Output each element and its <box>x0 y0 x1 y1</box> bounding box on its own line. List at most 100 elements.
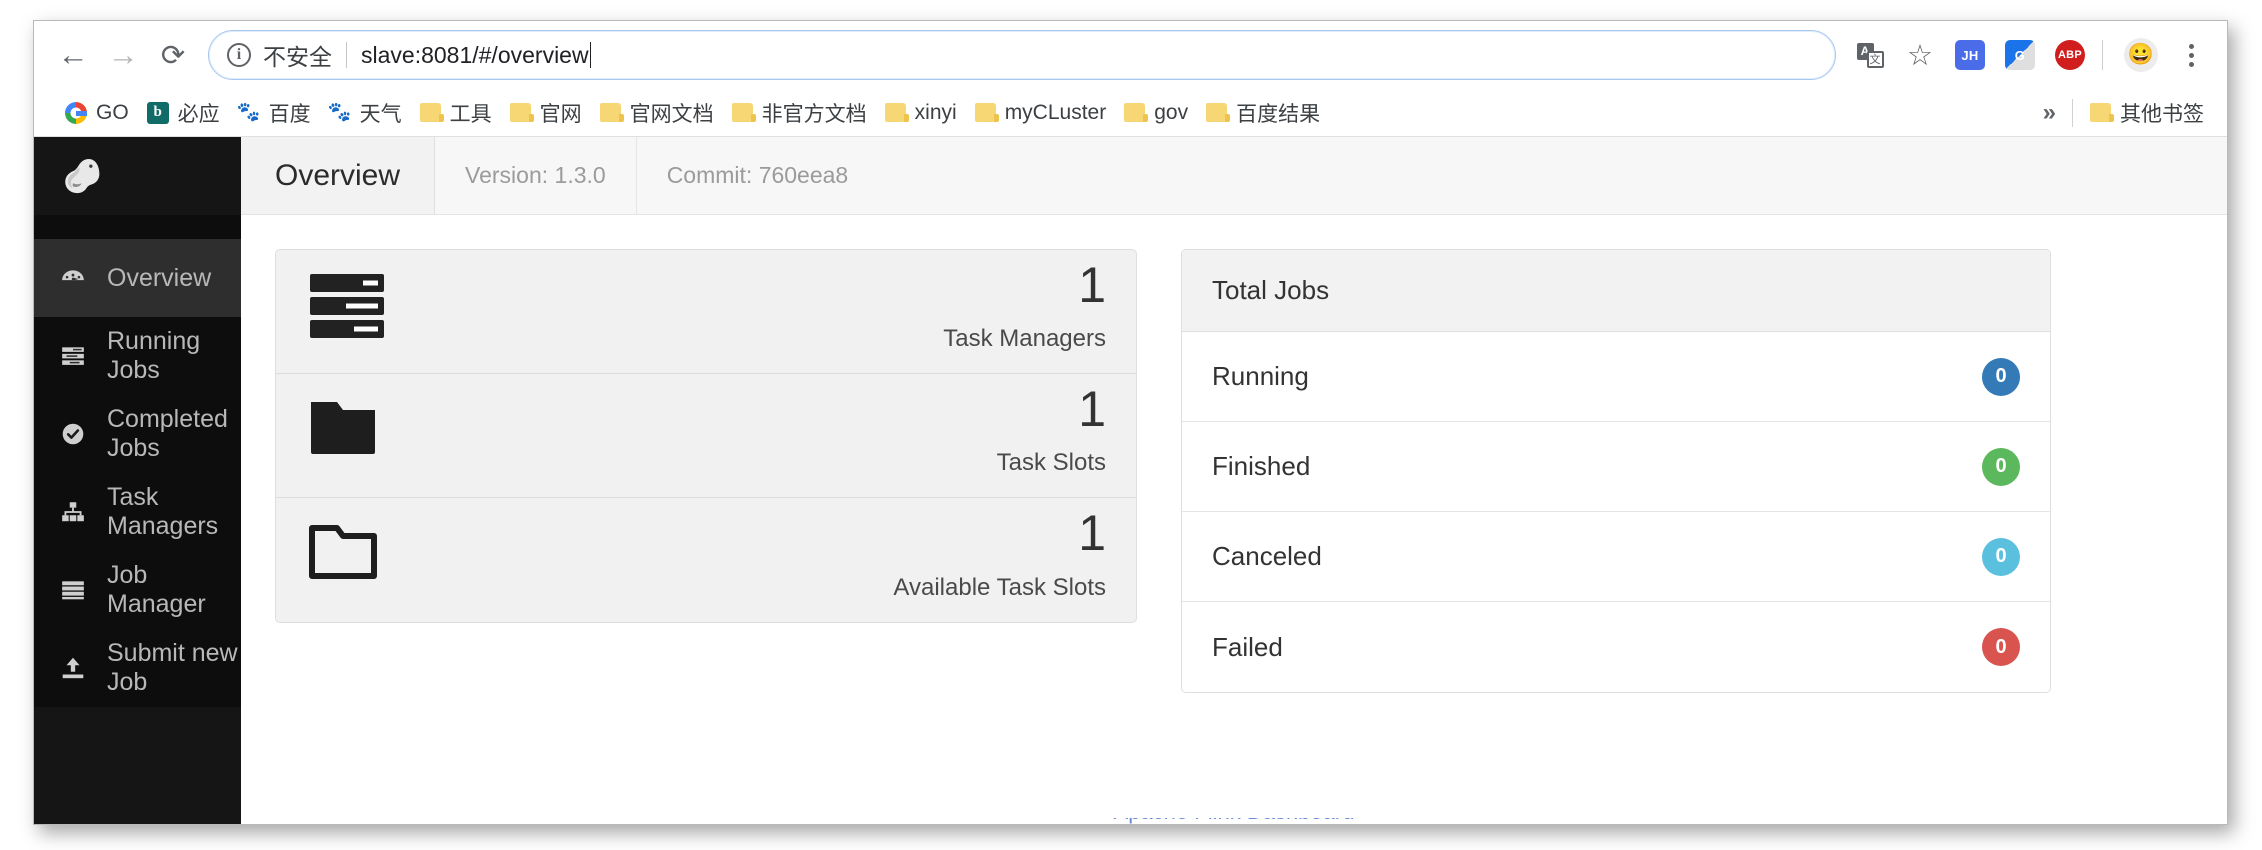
status-badge: 0 <box>1982 628 2020 666</box>
status-badge: 0 <box>1982 447 2020 486</box>
sidebar-item-label: Overview <box>107 263 212 292</box>
extension-adblock-plus-icon[interactable]: ABP <box>2048 33 2092 77</box>
job-row-finished[interactable]: Finished 0 <box>1182 422 2050 512</box>
bookmark-label: GO <box>96 100 129 124</box>
bookmark-label: 百度结果 <box>1236 102 1321 126</box>
sidebar-item-submit-new-job[interactable]: Submit new Job <box>34 629 241 707</box>
bookmark-label: xinyi <box>914 100 957 124</box>
back-button[interactable]: ← <box>48 30 98 80</box>
bookmarks-bar: GO b 必应 🐾 百度 🐾 天气 工具 官网 官网文档 非官方文档 xinyi… <box>34 89 2227 137</box>
sidebar-item-label: Task Managers <box>107 483 219 540</box>
profile-avatar[interactable]: 😀 <box>2119 33 2163 77</box>
chrome-menu-button[interactable] <box>2169 33 2213 77</box>
bookmark-official-docs[interactable]: 官网文档 <box>591 96 723 130</box>
stat-value: 1 <box>1078 257 1106 313</box>
sidebar-item-label: Running Jobs <box>107 327 201 384</box>
bookmark-weather[interactable]: 🐾 天气 <box>320 96 411 130</box>
bookmark-label: 非官方文档 <box>761 102 867 126</box>
folder-filled-icon <box>308 396 378 463</box>
kebab-icon <box>2188 43 2194 67</box>
job-row-canceled[interactable]: Canceled 0 <box>1182 512 2050 602</box>
bookmark-xinyi[interactable]: xinyi <box>876 96 966 130</box>
bookmarks-overflow-button[interactable]: » <box>2027 99 2072 127</box>
bookmark-baidu[interactable]: 🐾 百度 <box>229 96 320 130</box>
page-title: Overview <box>241 137 436 214</box>
site-info-icon[interactable]: i <box>227 43 251 67</box>
bookmark-star-icon[interactable]: ☆ <box>1898 33 1942 77</box>
commit-label: Commit: 760eea8 <box>666 162 849 188</box>
stat-value: 1 <box>1078 505 1106 561</box>
bookmark-go[interactable]: GO <box>56 96 138 130</box>
list-bars-icon <box>60 343 92 369</box>
stat-label: Task Managers <box>943 325 1106 352</box>
bookmark-label: 官网文档 <box>629 102 714 126</box>
check-circle-icon <box>60 421 92 447</box>
job-row-label: Finished <box>1212 451 1311 481</box>
sidebar-item-job-manager[interactable]: Job Manager <box>34 551 241 629</box>
cluster-stats-panel: 1 Task Managers 1 Task Slots 1 Available… <box>275 249 1137 623</box>
extension-google-translate-icon[interactable]: G <box>1998 33 2042 77</box>
job-row-running[interactable]: Running 0 <box>1182 332 2050 422</box>
folder-icon <box>974 103 999 122</box>
sidebar-item-label: Submit new Job <box>107 639 238 696</box>
extension-jh-badge: JH <box>1955 40 1985 70</box>
other-bookmarks-button[interactable]: 其他书签 <box>2081 96 2213 130</box>
sidebar: Overview Running Jobs Completed Jobs Tas… <box>34 137 241 824</box>
stat-task-slots: 1 Task Slots <box>276 374 1136 498</box>
sidebar-item-task-managers[interactable]: Task Managers <box>34 473 241 551</box>
browser-toolbar: ← → ⟳ i 不安全 slave:8081/#/overview A 文 ☆ … <box>34 21 2227 89</box>
extension-gt-badge: G <box>2005 40 2035 70</box>
bookmark-official-site[interactable]: 官网 <box>501 96 591 130</box>
url-value: slave:8081/#/overview <box>361 41 589 68</box>
sidebar-item-label: Job Manager <box>107 561 206 618</box>
text-caret <box>589 41 592 68</box>
url-text: slave:8081/#/overview <box>361 41 592 69</box>
address-bar[interactable]: i 不安全 slave:8081/#/overview <box>208 30 1836 80</box>
job-row-failed[interactable]: Failed 0 <box>1182 602 2050 692</box>
bookmark-gov[interactable]: gov <box>1115 96 1197 130</box>
content-area: Overview Version: 1.3.0 Commit: 760eea8 <box>241 137 2227 824</box>
folder-icon <box>731 103 756 122</box>
stat-available-task-slots: 1 Available Task Slots <box>276 498 1136 622</box>
job-row-label: Running <box>1212 361 1309 391</box>
translate-page-icon[interactable]: A 文 <box>1848 33 1892 77</box>
logo-area[interactable] <box>34 137 241 215</box>
bookmark-mycluster[interactable]: myCLuster <box>966 96 1116 130</box>
total-jobs-title: Total Jobs <box>1182 250 2050 332</box>
bookmark-label: 官网 <box>539 102 582 126</box>
sidebar-item-completed-jobs[interactable]: Completed Jobs <box>34 395 241 473</box>
bookmark-bing[interactable]: b 必应 <box>138 96 229 130</box>
sidebar-item-overview[interactable]: Overview <box>34 239 241 317</box>
bookmarks-divider <box>2072 98 2073 127</box>
bookmark-label: myCLuster <box>1004 100 1107 124</box>
dashboard-body: 1 Task Managers 1 Task Slots 1 Available… <box>241 215 2227 823</box>
sidebar-item-running-jobs[interactable]: Running Jobs <box>34 317 241 395</box>
folder-icon <box>1124 103 1149 122</box>
stat-label: Available Task Slots <box>893 574 1106 601</box>
bookmark-label: gov <box>1154 100 1189 124</box>
bookmark-unofficial-docs[interactable]: 非官方文档 <box>723 96 876 130</box>
reload-icon[interactable]: ⟳ <box>148 30 198 80</box>
folder-icon <box>2090 103 2114 122</box>
bookmark-label: 百度 <box>268 102 311 126</box>
folder-icon <box>599 103 624 122</box>
folder-icon <box>1206 103 1231 122</box>
bookmark-baidu-results[interactable]: 百度结果 <box>1197 96 1329 130</box>
status-badge: 0 <box>1982 357 2020 396</box>
footer-link-partial[interactable]: Apache Flink Dashboard <box>241 818 2227 824</box>
job-row-label: Failed <box>1212 631 1283 662</box>
folder-icon <box>419 103 444 122</box>
sitemap-icon <box>60 499 92 525</box>
baidu-paw-icon: 🐾 <box>327 101 352 123</box>
dashboard-icon <box>60 265 92 291</box>
server-icon <box>60 577 92 603</box>
google-icon <box>65 101 87 124</box>
status-badge: 0 <box>1982 537 2020 576</box>
bookmarks-overflow-area: » 其他书签 <box>2027 96 2213 130</box>
bookmark-tools[interactable]: 工具 <box>411 96 501 130</box>
forward-button[interactable]: → <box>98 30 148 80</box>
cluster-stats-column: 1 Task Managers 1 Task Slots 1 Available… <box>275 249 1137 623</box>
version-label: Version: 1.3.0 <box>435 137 637 214</box>
extension-jh-icon[interactable]: JH <box>1948 33 1992 77</box>
omnibox-divider <box>346 42 347 68</box>
